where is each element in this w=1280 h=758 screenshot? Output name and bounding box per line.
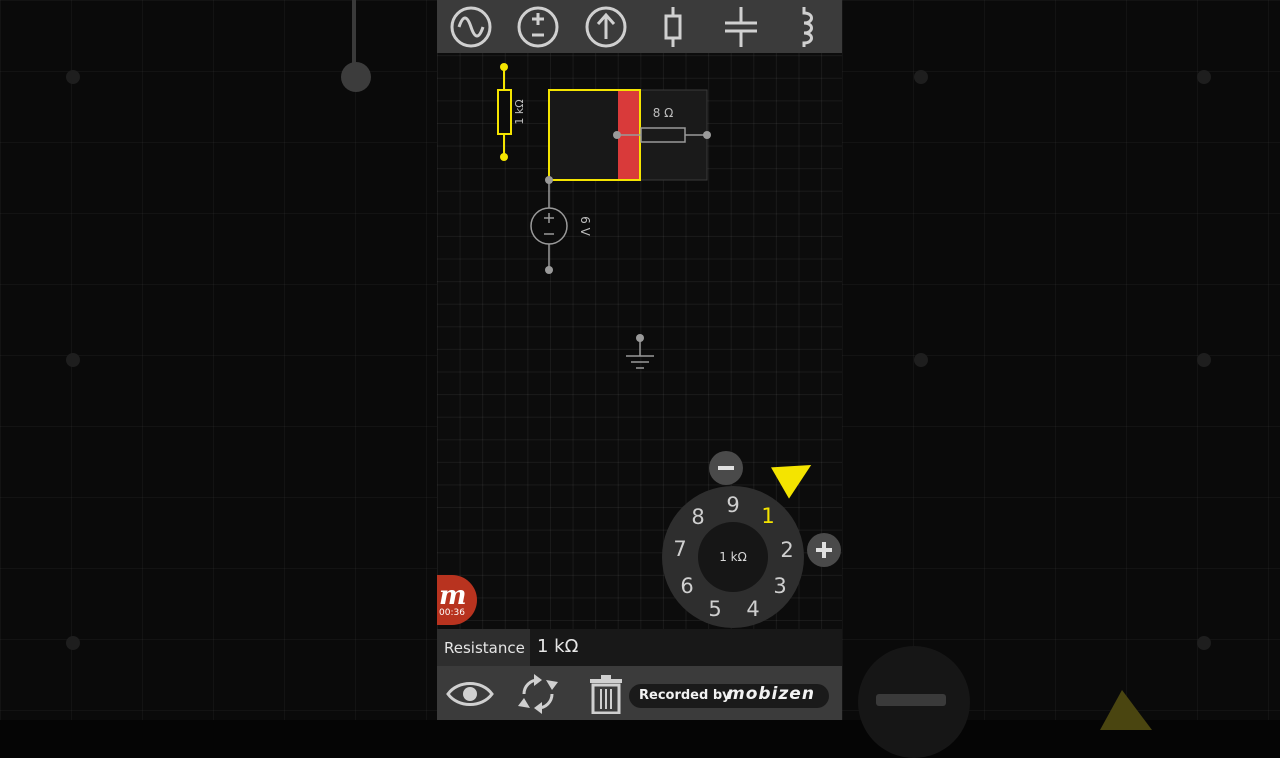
dc-voltage-source-tool[interactable] [512,0,564,53]
dial-digit-9[interactable]: 9 [721,493,745,517]
dial-digit-1[interactable]: 1 [756,504,780,528]
decrement-button[interactable] [709,451,743,485]
blurred-grid-dot [66,636,80,650]
dial-digit-6[interactable]: 6 [675,574,699,598]
terminal-node[interactable] [500,153,508,161]
rotate-icon [518,674,558,714]
resistor-icon [664,6,682,47]
recorder-bubble[interactable]: m 00:36 [437,575,477,625]
dial-digit-5[interactable]: 5 [703,597,727,621]
eye-icon [446,682,494,706]
dial-digit-3[interactable]: 3 [768,574,792,598]
blurred-wire [352,0,356,66]
dial-digit-2[interactable]: 2 [775,538,799,562]
recorder-time: 00:36 [439,608,465,618]
current-source-icon [585,6,627,47]
voltage-source[interactable] [530,176,568,274]
recorder-logo: m [439,581,467,611]
blurred-node [341,62,371,92]
ac-source-icon [450,6,492,47]
value-dial[interactable]: 1 kΩ 1 2 3 4 5 6 7 8 9 [662,486,804,628]
resistor-tool[interactable] [647,0,699,53]
blurred-grid-dot [1197,353,1211,367]
dial-digit-4[interactable]: 4 [741,597,765,621]
resistor-8ohm-label: 8 Ω [653,106,674,120]
blurred-grid-dot [66,70,80,84]
terminal-node[interactable] [545,176,553,184]
backdrop-right [842,0,1280,720]
delete-button[interactable] [581,674,631,714]
property-value-field[interactable]: 1 kΩ [530,629,842,666]
resistor-8ohm[interactable] [548,89,711,181]
rotate-button[interactable] [513,674,563,714]
watermark-brand: mobizen [727,684,815,704]
capacitor-icon [724,6,757,47]
property-label: Resistance [444,639,525,657]
dial-digit-7[interactable]: 7 [668,537,692,561]
dc-voltage-source-icon [517,6,559,47]
ac-source-tool[interactable] [445,0,497,53]
inductor-icon [802,6,814,47]
blurred-grid-dot [1197,636,1211,650]
blurred-grid-dot [1197,70,1211,84]
current-source-tool[interactable] [580,0,632,53]
app-screen: 1 kΩ 8 Ω 6 V m 00:36 1 kΩ 1 2 3 4 5 6 7 … [437,0,842,720]
trash-icon [590,675,622,714]
terminal-node[interactable] [703,131,711,139]
increment-button[interactable] [807,533,841,567]
property-value: 1 kΩ [537,636,579,657]
voltage-source-label: 6 V [578,216,592,236]
property-bar: Resistance 1 kΩ [437,629,842,666]
dial-center-value: 1 kΩ [698,522,768,592]
watermark-text: Recorded by [639,688,731,703]
dial-digit-8[interactable]: 8 [686,505,710,529]
recording-watermark: Recorded by mobizen [629,684,829,708]
blurred-grid-dot [66,353,80,367]
capacitor-tool[interactable] [715,0,767,53]
terminal-node[interactable] [545,266,553,274]
circuit-canvas[interactable]: 1 kΩ 8 Ω 6 V [437,53,842,573]
minus-icon [718,466,734,470]
resistor-1k-label: 1 kΩ [513,99,526,124]
blurred-grid-dot [914,70,928,84]
inductor-tool[interactable] [782,0,834,53]
blurred-pointer [1100,690,1152,730]
backdrop-left [0,0,437,720]
view-button[interactable] [445,674,495,714]
terminal-node[interactable] [500,63,508,71]
blurred-minus [876,694,946,706]
component-toolbar [437,0,842,53]
blurred-grid-dot [914,353,928,367]
plus-icon [816,542,832,558]
terminal-node[interactable] [613,131,621,139]
ground[interactable] [626,334,654,369]
resistor-1k[interactable] [497,63,512,161]
